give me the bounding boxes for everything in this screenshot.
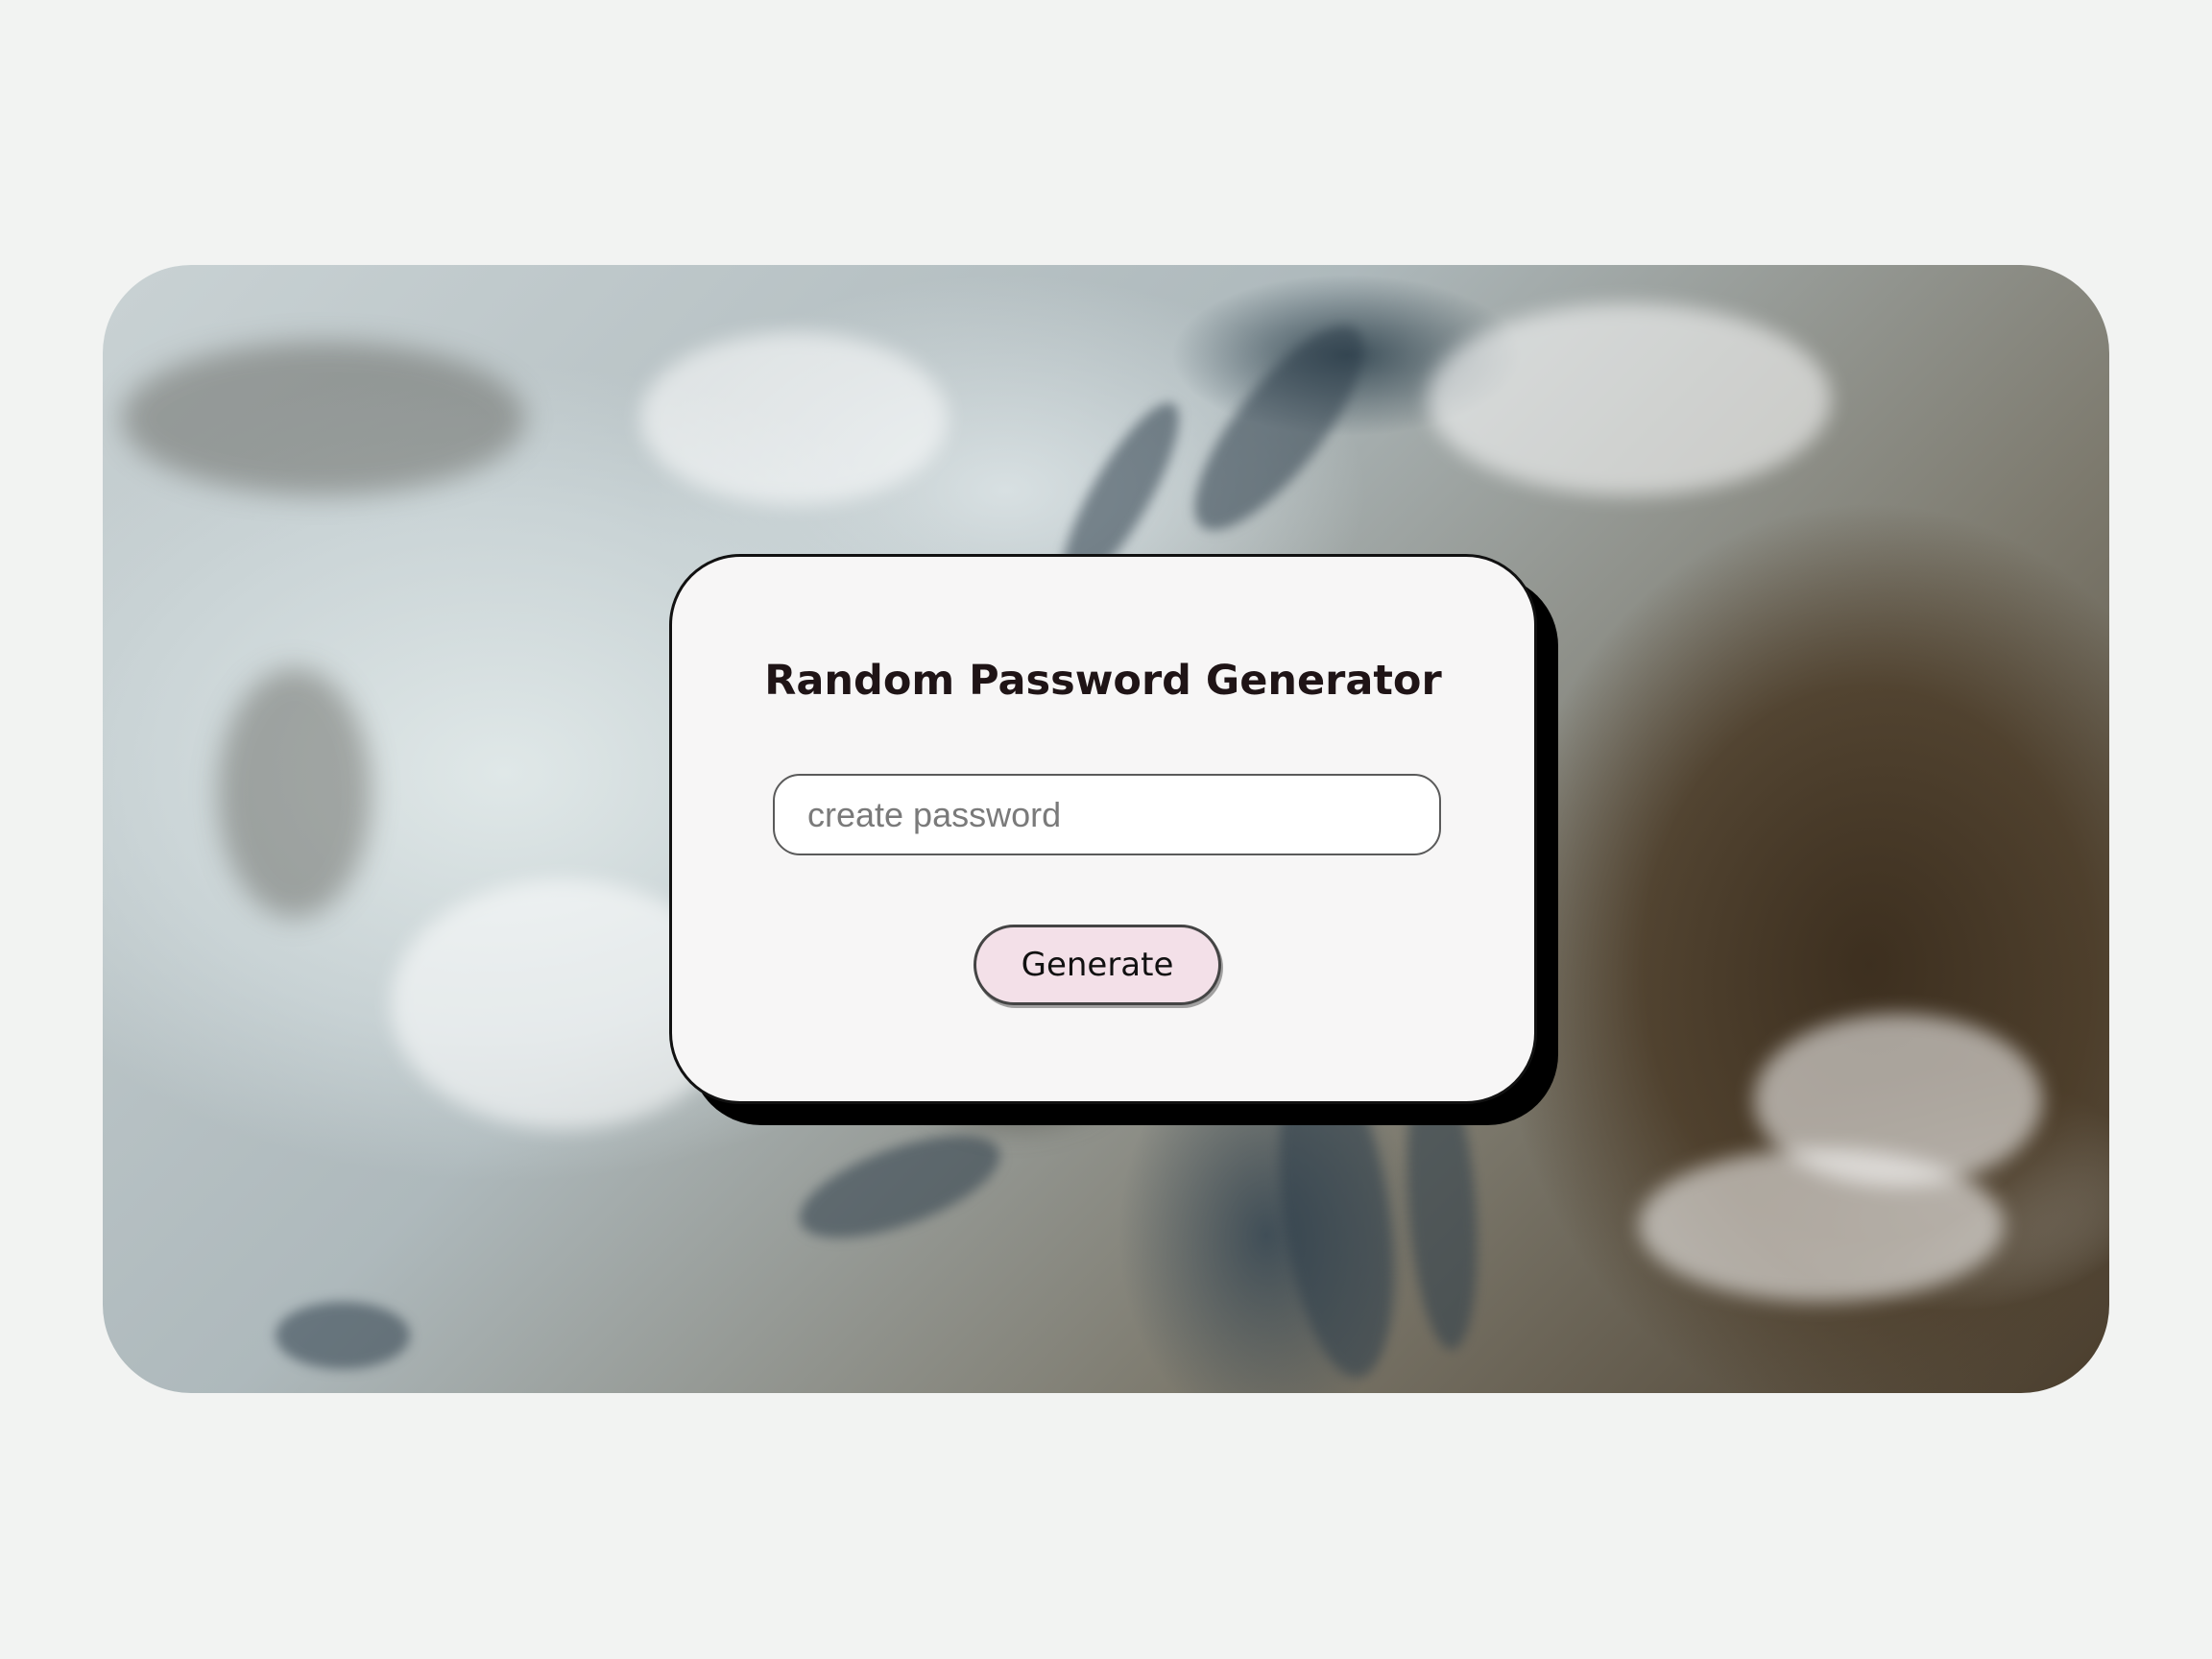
password-input[interactable] bbox=[773, 774, 1441, 855]
password-generator-card: Random Password Generator Generate bbox=[669, 554, 1537, 1104]
page: Random Password Generator Generate bbox=[0, 0, 2212, 1659]
generate-button[interactable]: Generate bbox=[974, 925, 1221, 1005]
app-title: Random Password Generator bbox=[764, 657, 1442, 705]
